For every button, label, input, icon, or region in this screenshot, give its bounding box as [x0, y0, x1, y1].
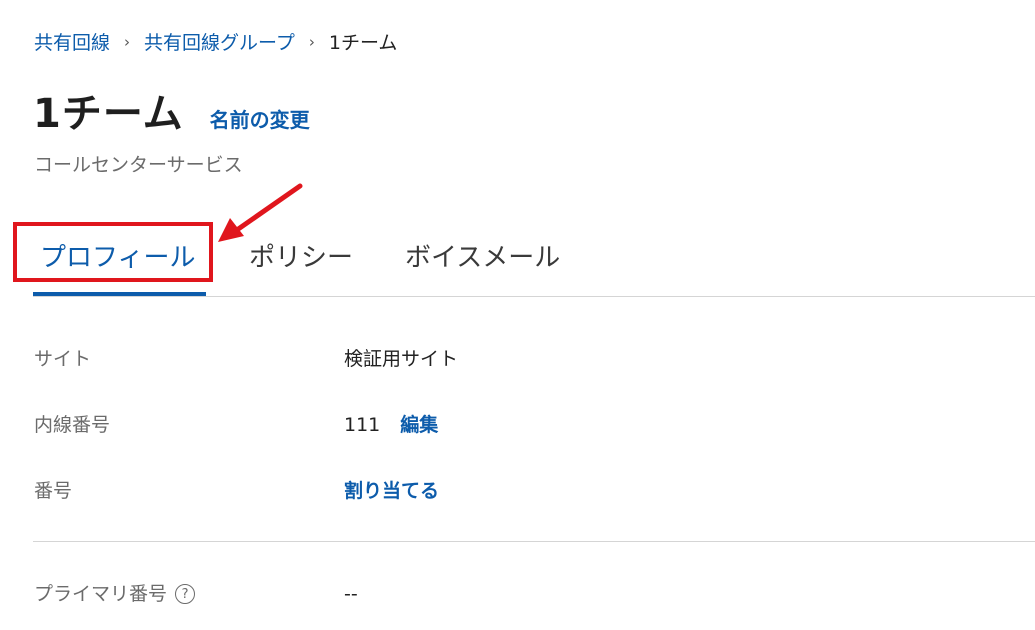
primary-number-row: プライマリ番号 ? -- [34, 581, 1014, 607]
tab-profile[interactable]: プロフィール [40, 238, 195, 278]
help-icon[interactable]: ? [175, 584, 196, 604]
tab-policy[interactable]: ポリシー [249, 238, 353, 278]
primary-number-label-wrap: プライマリ番号 ? [34, 581, 344, 607]
primary-number-value: -- [344, 583, 358, 605]
breadcrumb: 共有回線 › 共有回線グループ › 1チーム [34, 30, 397, 56]
assign-number-link[interactable]: 割り当てる [344, 478, 439, 504]
site-value: 検証用サイト [344, 348, 459, 370]
active-tab-indicator [33, 292, 206, 296]
page: 共有回線 › 共有回線グループ › 1チーム 1チーム 名前の変更 コールセンタ… [0, 0, 1035, 630]
extension-value: 111 [344, 414, 381, 436]
breadcrumb-current: 1チーム [328, 32, 398, 54]
site-row: サイト 検証用サイト [34, 346, 1014, 372]
primary-number-label: プライマリ番号 [34, 583, 168, 605]
extension-label: 内線番号 [34, 414, 111, 436]
page-title: 1チーム [33, 91, 184, 137]
breadcrumb-shared-lines[interactable]: 共有回線 [34, 30, 110, 56]
tab-voicemail[interactable]: ボイスメール [405, 238, 560, 278]
number-label: 番号 [34, 480, 73, 502]
chevron-right-icon: › [308, 33, 315, 51]
rename-link[interactable]: 名前の変更 [210, 104, 310, 133]
breadcrumb-shared-line-groups[interactable]: 共有回線グループ [144, 30, 295, 56]
extension-value-wrap: 111 編集 [344, 412, 438, 438]
chevron-right-icon: › [124, 33, 131, 51]
edit-extension-link[interactable]: 編集 [400, 412, 438, 438]
title-row: 1チーム 名前の変更 [33, 88, 310, 140]
number-row: 番号 割り当てる [34, 478, 1014, 504]
page-subtitle: コールセンターサービス [34, 154, 243, 176]
section-divider [33, 541, 1035, 542]
site-label: サイト [34, 348, 92, 370]
tab-bar: プロフィール ポリシー ボイスメール [33, 232, 1035, 297]
extension-row: 内線番号 111 編集 [34, 412, 1014, 438]
